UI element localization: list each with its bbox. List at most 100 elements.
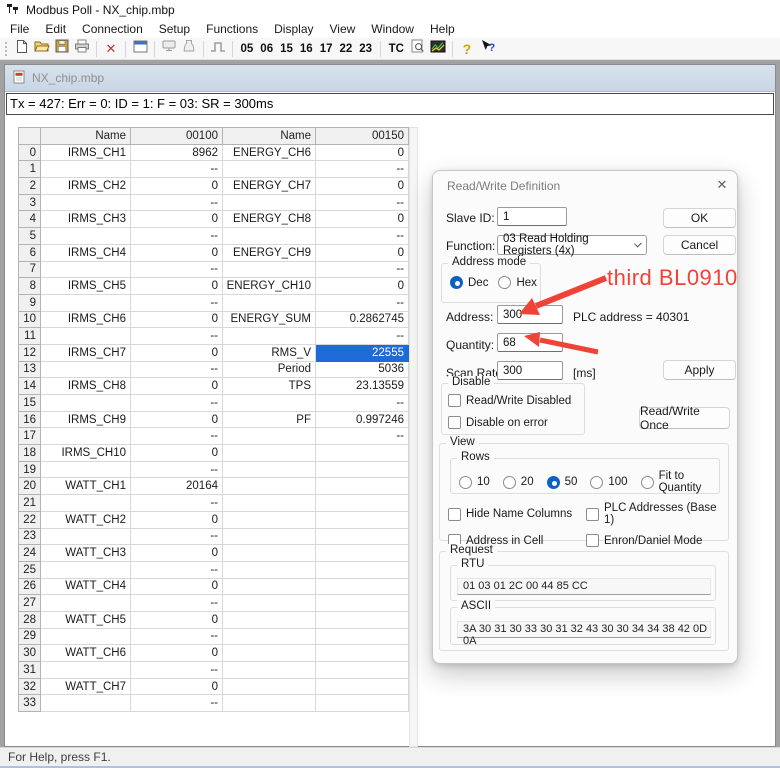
row-header[interactable]: 1 <box>19 161 41 178</box>
cell-value[interactable]: -- <box>131 528 223 545</box>
cell-name[interactable] <box>223 261 316 278</box>
ok-button[interactable]: OK <box>663 208 736 228</box>
cell-name[interactable] <box>41 495 131 512</box>
row-header[interactable]: 2 <box>19 178 41 195</box>
row-header[interactable]: 9 <box>19 294 41 311</box>
cell-name[interactable] <box>223 428 316 445</box>
toolbar-fc-06[interactable]: 06 <box>257 43 277 55</box>
chart-button[interactable] <box>428 39 448 58</box>
row-header[interactable]: 28 <box>19 611 41 628</box>
cell-name[interactable]: IRMS_CH9 <box>41 411 131 428</box>
checkbox-plc-addresses-base-1-[interactable]: PLC Addresses (Base 1) <box>586 502 724 526</box>
row-header[interactable]: 25 <box>19 561 41 578</box>
cell-name[interactable]: WATT_CH3 <box>41 545 131 562</box>
row-header[interactable]: 27 <box>19 595 41 612</box>
menu-edit[interactable]: Edit <box>37 20 74 38</box>
cell-value[interactable] <box>316 511 409 528</box>
menu-setup[interactable]: Setup <box>151 20 198 38</box>
print-button[interactable] <box>72 39 92 58</box>
test-center-button[interactable]: TC <box>385 43 408 55</box>
cell-value[interactable] <box>316 695 409 712</box>
cell-value[interactable]: 0 <box>131 645 223 662</box>
cell-name[interactable] <box>223 628 316 645</box>
cell-name[interactable] <box>223 645 316 662</box>
cell-name[interactable] <box>41 261 131 278</box>
row-header[interactable]: 11 <box>19 328 41 345</box>
toolbar-fc-23[interactable]: 23 <box>356 43 376 55</box>
cell-value[interactable]: -- <box>131 461 223 478</box>
row-header[interactable]: 6 <box>19 244 41 261</box>
grid-vertical-scrollbar[interactable] <box>409 127 418 747</box>
menu-view[interactable]: View <box>322 20 364 38</box>
cell-name[interactable] <box>41 528 131 545</box>
row-header[interactable]: 20 <box>19 478 41 495</box>
cell-value[interactable]: 5036 <box>316 361 409 378</box>
cell-name[interactable]: WATT_CH1 <box>41 478 131 495</box>
cell-name[interactable]: IRMS_CH10 <box>41 445 131 462</box>
cell-name[interactable]: IRMS_CH4 <box>41 244 131 261</box>
cell-name[interactable] <box>223 595 316 612</box>
cell-value[interactable] <box>316 478 409 495</box>
cell-name[interactable] <box>223 561 316 578</box>
cell-name[interactable] <box>223 194 316 211</box>
rows-option-fit-to-quantity[interactable]: Fit to Quantity <box>641 470 719 494</box>
row-header[interactable]: 10 <box>19 311 41 328</box>
toolbar-fc-22[interactable]: 22 <box>336 43 356 55</box>
cell-value[interactable]: 0 <box>131 211 223 228</box>
cell-name[interactable] <box>223 578 316 595</box>
menu-display[interactable]: Display <box>266 20 321 38</box>
disconnect-button[interactable]: ✕ <box>101 39 121 58</box>
cell-value[interactable]: -- <box>316 194 409 211</box>
address-mode-hex[interactable]: Hex <box>498 276 536 289</box>
cell-value[interactable]: -- <box>131 361 223 378</box>
rows-option-100[interactable]: 100 <box>590 470 627 494</box>
row-header[interactable]: 17 <box>19 428 41 445</box>
communication-button[interactable] <box>179 39 199 58</box>
cell-name[interactable] <box>41 161 131 178</box>
cell-name[interactable]: WATT_CH2 <box>41 511 131 528</box>
cell-value[interactable]: -- <box>131 428 223 445</box>
cell-value[interactable] <box>316 461 409 478</box>
cell-value[interactable]: 0 <box>131 511 223 528</box>
cell-value[interactable]: 0 <box>316 278 409 295</box>
cell-value[interactable]: 0 <box>316 178 409 195</box>
cell-name[interactable] <box>223 228 316 245</box>
cell-name[interactable] <box>223 495 316 512</box>
checkbox-read-write-disabled[interactable]: Read/Write Disabled <box>448 394 584 407</box>
cell-value[interactable]: -- <box>131 261 223 278</box>
row-header[interactable]: 12 <box>19 344 41 361</box>
row-header[interactable]: 0 <box>19 144 41 161</box>
cell-value[interactable]: 0 <box>131 278 223 295</box>
cell-value[interactable]: 8962 <box>131 144 223 161</box>
cell-name[interactable] <box>223 161 316 178</box>
cell-name[interactable] <box>223 678 316 695</box>
cell-name[interactable]: ENERGY_CH9 <box>223 244 316 261</box>
cell-value[interactable]: 0 <box>131 244 223 261</box>
row-header[interactable]: 15 <box>19 395 41 412</box>
cell-name[interactable] <box>41 228 131 245</box>
menu-window[interactable]: Window <box>363 20 422 38</box>
cell-name[interactable]: ENERGY_CH6 <box>223 144 316 161</box>
row-header[interactable]: 21 <box>19 495 41 512</box>
cell-value[interactable]: -- <box>316 328 409 345</box>
close-icon[interactable]: ✕ <box>711 175 733 195</box>
cell-value[interactable]: 0 <box>131 678 223 695</box>
cell-value[interactable]: -- <box>131 194 223 211</box>
menu-functions[interactable]: Functions <box>198 20 266 38</box>
row-header[interactable]: 31 <box>19 662 41 679</box>
cell-name[interactable] <box>41 628 131 645</box>
cell-value[interactable] <box>316 495 409 512</box>
save-file-button[interactable] <box>52 39 72 58</box>
cell-name[interactable] <box>223 662 316 679</box>
cell-name[interactable] <box>223 461 316 478</box>
cell-value[interactable]: 0 <box>316 244 409 261</box>
cell-name[interactable]: ENERGY_CH8 <box>223 211 316 228</box>
row-header[interactable]: 14 <box>19 378 41 395</box>
cell-value[interactable]: 0 <box>131 578 223 595</box>
row-header[interactable]: 26 <box>19 578 41 595</box>
cell-name[interactable] <box>223 611 316 628</box>
cell-name[interactable] <box>223 545 316 562</box>
menu-help[interactable]: Help <box>422 20 463 38</box>
document-title-bar[interactable]: NX_chip.mbp <box>5 65 775 92</box>
quantity-field[interactable] <box>497 333 563 352</box>
